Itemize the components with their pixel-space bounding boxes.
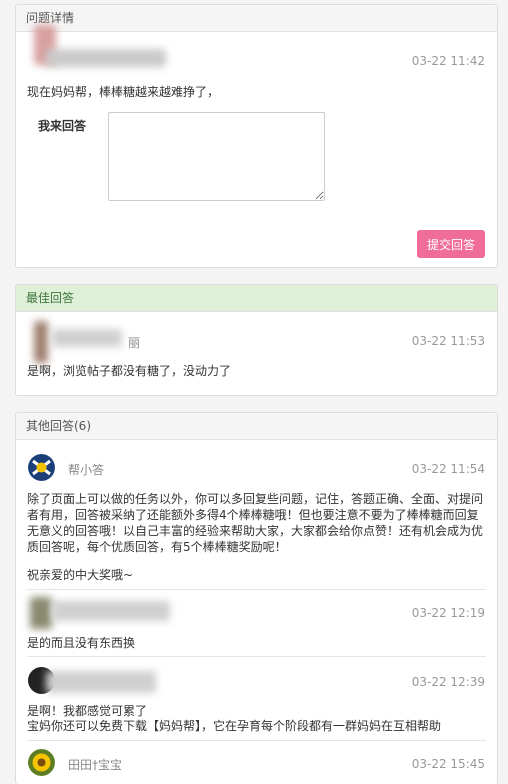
divider [27, 740, 486, 741]
question-header: 问题详情 [16, 5, 497, 32]
answer-1-name: 帮小答 [68, 463, 105, 477]
best-answer-name-redacted [52, 329, 122, 347]
best-answer-text: 是啊，浏览帖子都没有糖了，没动力了 [27, 364, 232, 378]
answer-4-time: 03-22 15:45 [411, 757, 485, 771]
asker-name-redacted [46, 49, 166, 67]
submit-answer-button[interactable]: 提交回答 [417, 230, 485, 258]
other-answers-panel: 其他回答(6) 帮小答 03-22 11:54 除了页面上可以做的任务以外，你可… [15, 412, 498, 784]
question-panel: 问题详情 03-22 11:42 现在妈妈帮，棒棒糖越来越难挣了， 我来回答 提… [15, 4, 498, 268]
answer-4-name: 田田†宝宝 [68, 758, 123, 772]
question-text: 现在妈妈帮，棒棒糖越来越难挣了， [27, 85, 220, 99]
best-answer-panel: 最佳回答 丽 03-22 11:53 是啊，浏览帖子都没有糖了，没动力了 [15, 284, 498, 396]
answer-2-name-redacted [52, 601, 170, 621]
answer-3-text-2: 宝妈你还可以免费下载【妈妈帮】，它在孕育每个阶段都有一群妈妈在互相帮助 [27, 719, 442, 733]
answer-label: 我来回答 [38, 119, 87, 133]
answer-2-avatar [30, 597, 52, 629]
divider [27, 656, 486, 657]
answer-1-text: 除了页面上可以做的任务以外，你可以多回复些问题，记住，答题正确、全面、对提问者有… [27, 492, 484, 554]
best-answer-name: 丽 [128, 336, 141, 350]
helper-avatar [28, 454, 55, 481]
answer-3-time: 03-22 12:39 [411, 675, 485, 689]
question-time: 03-22 11:42 [411, 54, 485, 68]
answer-3-name-redacted [46, 671, 156, 693]
answer-3-text: 是啊！我都感觉可累了 [27, 704, 148, 718]
other-answers-header: 其他回答(6) [16, 413, 497, 440]
answer-2-time: 03-22 12:19 [411, 606, 485, 620]
best-answer-header: 最佳回答 [16, 285, 497, 312]
answer-1-text-2: 祝亲爱的中大奖哦~ [27, 568, 134, 582]
answer-2-text: 是的而且没有东西换 [27, 636, 136, 650]
best-answer-avatar [34, 321, 48, 363]
answer-textarea[interactable] [108, 112, 325, 201]
best-answer-time: 03-22 11:53 [411, 334, 485, 348]
answer-4-avatar [28, 749, 55, 776]
answer-1-time: 03-22 11:54 [411, 462, 485, 476]
divider [27, 589, 486, 590]
